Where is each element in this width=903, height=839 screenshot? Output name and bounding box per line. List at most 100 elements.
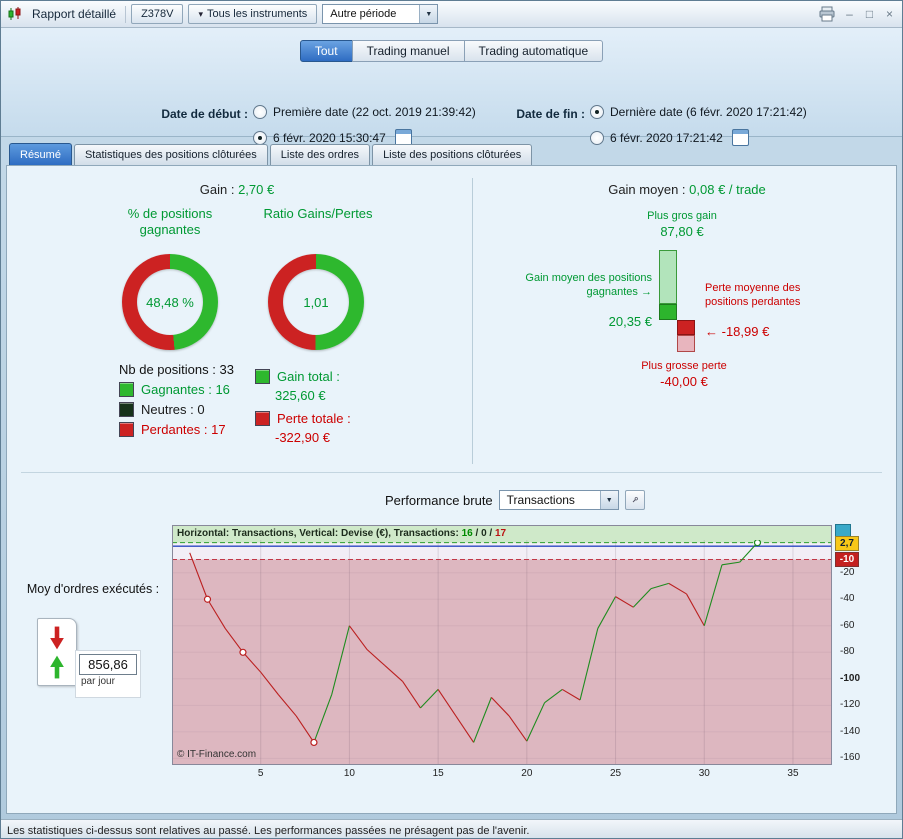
gain-moyen-header: Gain moyen : 0,08 € / trade bbox=[608, 182, 766, 197]
mode-tab-tout[interactable]: Tout bbox=[299, 40, 353, 62]
y-axis-badge: 2,7 bbox=[835, 535, 859, 551]
app-icon bbox=[7, 6, 23, 22]
ratio-title: Ratio Gains/Pertes bbox=[263, 206, 373, 221]
x-tick-label: 10 bbox=[343, 768, 355, 779]
max-loss-bar bbox=[677, 335, 695, 352]
performance-label: Performance brute bbox=[385, 492, 493, 508]
orders-average-value: 856,86 bbox=[79, 654, 137, 675]
date-start-label: Date de début : bbox=[161, 107, 248, 121]
max-loss-value: -40,00 € bbox=[660, 374, 708, 389]
radio-icon bbox=[253, 105, 267, 119]
status-text: Les statistiques ci-dessus sont relative… bbox=[7, 824, 530, 837]
status-bar: Les statistiques ci-dessus sont relative… bbox=[1, 819, 902, 838]
printer-icon[interactable] bbox=[818, 6, 836, 22]
wrench-icon bbox=[632, 497, 638, 503]
chart-info-bar: Horizontal: Transactions, Vertical: Devi… bbox=[173, 526, 831, 540]
tab-statistiques[interactable]: Statistiques des positions clôturées bbox=[73, 144, 268, 165]
legend-swatch-neutral bbox=[119, 402, 134, 417]
window-title: Rapport détaillé bbox=[32, 7, 117, 21]
x-tick-label: 25 bbox=[609, 768, 622, 779]
ratio-donut-chart: 1,01 bbox=[268, 254, 364, 350]
positions-count: Nb de positions : 33 bbox=[119, 362, 234, 377]
instruments-button[interactable]: ▾ Tous les instruments bbox=[188, 4, 318, 24]
max-gain-value: 87,80 € bbox=[660, 224, 704, 239]
orders-average-label: Moy d'ordres exécutés : bbox=[26, 582, 160, 596]
winpct-value: 48,48 % bbox=[146, 294, 194, 310]
chart-settings-button[interactable] bbox=[624, 490, 645, 510]
arrow-down-icon bbox=[50, 626, 64, 649]
titlebar: Rapport détaillé Z378V ▾ Tous les instru… bbox=[1, 1, 902, 28]
legend-neutres: Neutres : 0 bbox=[119, 402, 205, 417]
winpct-donut-chart: 48,48 % bbox=[122, 254, 218, 350]
avg-gain-label: Gain moyen des positions gagnantes → bbox=[525, 272, 652, 298]
chart-copyright: © IT-Finance.com bbox=[177, 749, 257, 760]
legend-swatch-red bbox=[119, 422, 134, 437]
ratio-value: 1,01 bbox=[303, 294, 329, 310]
period-select[interactable]: Autre période ▼ bbox=[322, 4, 439, 24]
y-tick-label: -100 bbox=[840, 672, 861, 684]
chart-x-axis[interactable]: 5 10 15 20 25 30 35 bbox=[172, 767, 832, 781]
y-tick-label: -120 bbox=[840, 699, 861, 711]
x-tick-label: 30 bbox=[698, 768, 710, 779]
x-tick-label: 20 bbox=[521, 768, 533, 779]
instrument-code-button[interactable]: Z378V bbox=[131, 4, 184, 24]
arrow-right-icon: → bbox=[641, 285, 652, 298]
report-tabs: Résumé Statistiques des positions clôtur… bbox=[1, 136, 902, 165]
tab-liste-positions[interactable]: Liste des positions clôturées bbox=[372, 144, 533, 165]
max-gain-label: Plus gros gain bbox=[647, 210, 717, 222]
orders-average-unit: par jour bbox=[81, 676, 115, 687]
perte-totale-value: -322,90 € bbox=[275, 430, 330, 445]
toolbar-separator bbox=[125, 5, 127, 23]
select-arrow-icon: ▼ bbox=[419, 5, 438, 23]
chart-y-axis[interactable]: -20 -40 -60 -80 -100 -120 -140 -160 2,7 -10 bbox=[834, 524, 876, 765]
perte-totale-row: Perte totale : bbox=[255, 411, 351, 426]
radio-start-first-date[interactable]: Première date (22 oct. 2019 21:39:42) bbox=[253, 105, 476, 119]
caret-down-icon: ▾ bbox=[198, 8, 204, 19]
y-axis-badge: -10 bbox=[835, 552, 859, 568]
avg-gain-bar bbox=[659, 303, 677, 320]
minimize-button[interactable]: – bbox=[843, 1, 856, 28]
avg-gain-value: 20,35 € bbox=[608, 314, 652, 329]
avg-loss-value: ← -18,99 € bbox=[705, 324, 770, 339]
legend-gagnantes: Gagnantes : 16 bbox=[119, 382, 230, 397]
horizontal-divider bbox=[21, 472, 882, 473]
y-tick-label: -60 bbox=[840, 619, 855, 631]
perte-totale-swatch bbox=[255, 411, 270, 426]
y-tick-label: -80 bbox=[840, 646, 855, 658]
arrow-up-icon bbox=[50, 655, 64, 678]
report-window: Rapport détaillé Z378V ▾ Tous les instru… bbox=[0, 0, 903, 839]
gain-total-swatch bbox=[255, 369, 270, 384]
mode-tabs: Tout Trading manuel Trading automatique bbox=[1, 40, 902, 62]
max-gain-bar bbox=[659, 249, 677, 304]
filter-panel: Tout Trading manuel Trading automatique … bbox=[1, 28, 902, 146]
select-arrow-icon: ▼ bbox=[599, 491, 618, 509]
y-tick-label: -20 bbox=[840, 566, 855, 578]
orders-arrows-icon bbox=[37, 618, 77, 686]
mode-tab-trading-automatique[interactable]: Trading automatique bbox=[463, 40, 604, 62]
performance-chart-svg bbox=[172, 525, 832, 765]
radio-end-last-date[interactable]: Dernière date (6 févr. 2020 17:21:42) bbox=[590, 105, 807, 119]
y-tick-label: -40 bbox=[840, 593, 855, 605]
x-tick-label: 5 bbox=[257, 768, 264, 779]
radio-icon bbox=[590, 105, 604, 119]
legend-swatch-green bbox=[119, 382, 134, 397]
tab-liste-ordres[interactable]: Liste des ordres bbox=[269, 144, 371, 165]
window-controls: – □ × bbox=[818, 1, 896, 28]
tab-resume[interactable]: Résumé bbox=[9, 143, 72, 165]
x-tick-label: 35 bbox=[787, 768, 799, 779]
avg-loss-label: Perte moyenne des positions perdantes bbox=[705, 282, 801, 308]
legend-perdantes: Perdantes : 17 bbox=[119, 422, 226, 437]
y-tick-label: -140 bbox=[840, 725, 861, 737]
date-end-label: Date de fin : bbox=[516, 107, 585, 121]
max-loss-label: Plus grosse perte bbox=[641, 360, 727, 372]
performance-select[interactable]: Transactions ▼ bbox=[498, 490, 619, 510]
performance-controls: Performance brute Transactions ▼ bbox=[385, 490, 645, 510]
close-button[interactable]: × bbox=[883, 1, 896, 28]
y-tick-label: -160 bbox=[840, 752, 861, 764]
avg-loss-bar bbox=[677, 320, 695, 336]
mode-tab-trading-manuel[interactable]: Trading manuel bbox=[351, 40, 465, 62]
performance-chart[interactable]: Horizontal: Transactions, Vertical: Devi… bbox=[172, 525, 832, 765]
gain-total-value: 325,60 € bbox=[275, 388, 326, 403]
arrow-left-icon: ← bbox=[705, 324, 718, 339]
maximize-button[interactable]: □ bbox=[863, 1, 876, 28]
